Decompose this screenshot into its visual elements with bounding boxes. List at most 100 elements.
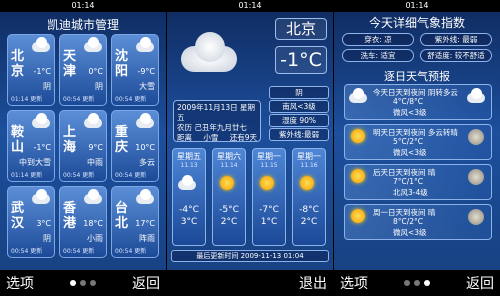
city-temp: 17°C bbox=[135, 219, 155, 228]
forecast-card[interactable]: 星期一 11.16 -8°C 2°C bbox=[292, 148, 326, 246]
page-indicator bbox=[404, 280, 430, 286]
city-temp: 18°C bbox=[83, 219, 103, 228]
city-temp: 0°C bbox=[88, 67, 103, 76]
city-updated: 00:54 更新 bbox=[115, 172, 147, 179]
city-condition: 阴 bbox=[43, 234, 51, 243]
city-updated: 00:54 更新 bbox=[63, 172, 95, 179]
countdown-line: 距离 小雪 还有9天 bbox=[177, 133, 257, 143]
city-card[interactable]: 香港 18°C 小雨 00:54 更新 bbox=[59, 186, 107, 258]
city-card[interactable]: 重庆 10°C 多云 00:54 更新 bbox=[111, 110, 159, 182]
forecast-high: -8°C bbox=[299, 205, 319, 215]
daily-forecast-row[interactable]: 后天日天到夜间 晴 7°C/1°C 北风3-4级 bbox=[344, 164, 492, 200]
date-line: 2009年11月13日 星期五 bbox=[177, 103, 256, 122]
city-name: 上海 bbox=[63, 125, 77, 155]
city-condition: 阴 bbox=[43, 82, 51, 91]
forecast-wind: 微风<3级 bbox=[393, 228, 427, 237]
city-temp: 9°C bbox=[88, 143, 103, 152]
forecast-date: 11.15 bbox=[260, 162, 278, 169]
forecast-card[interactable]: 星期五 11.13 -4°C 3°C bbox=[172, 148, 206, 246]
city-temp: -9°C bbox=[137, 67, 155, 76]
exit-softkey[interactable]: 退出 bbox=[299, 273, 327, 293]
city-updated: 00:54 更新 bbox=[63, 248, 95, 255]
city-condition: 阴 bbox=[95, 82, 103, 91]
sun-icon bbox=[347, 168, 373, 194]
city-name: 天津 bbox=[63, 49, 77, 79]
daily-forecast-row[interactable]: 明天日天到夜间 多云转晴 5°C/2°C 微风<3级 bbox=[344, 124, 492, 160]
forecast-day: 星期五 bbox=[177, 152, 201, 161]
page-dot bbox=[404, 280, 410, 286]
page-dot bbox=[414, 280, 420, 286]
city-card[interactable]: 上海 9°C 中雨 00:54 更新 bbox=[59, 110, 107, 182]
page-dot bbox=[90, 280, 96, 286]
rain-cloud-icon bbox=[134, 189, 156, 205]
city-grid: 北京 -1°C 阴 01:14 更新 天津 0°C 阴 00:54 更新 沈阳 … bbox=[7, 34, 159, 258]
forecast-temp-range: 5°C/2°C bbox=[393, 137, 424, 146]
city-card[interactable]: 天津 0°C 阴 00:54 更新 bbox=[59, 34, 107, 106]
cloud-icon bbox=[134, 113, 156, 129]
moon-icon bbox=[465, 128, 489, 152]
status-time: 01:14 bbox=[167, 0, 333, 12]
back-softkey[interactable]: 返回 bbox=[132, 273, 160, 293]
forecast-temp-range: 7°C/1°C bbox=[393, 177, 424, 186]
city-name: 北京 bbox=[11, 49, 25, 79]
cloud-icon bbox=[347, 88, 373, 114]
humidity-info: 湿度 90% bbox=[269, 114, 329, 127]
comfort-index: 舒适度: 较不舒适 bbox=[420, 49, 492, 62]
city-card[interactable]: 武汉 3°C 阴 00:54 更新 bbox=[7, 186, 55, 258]
options-softkey[interactable]: 选项 bbox=[6, 273, 34, 293]
city-card[interactable]: 台北 17°C 阵雨 00:54 更新 bbox=[111, 186, 159, 258]
forecast-day: 星期一 bbox=[257, 152, 281, 161]
city-card[interactable]: 沈阳 -9°C 大雪 00:54 更新 bbox=[111, 34, 159, 106]
page-dot-active bbox=[70, 280, 76, 286]
moon-icon bbox=[465, 168, 489, 192]
city-condition: 阵雨 bbox=[139, 234, 155, 243]
city-card[interactable]: 北京 -1°C 阴 01:14 更新 bbox=[7, 34, 55, 106]
page-dot-active bbox=[424, 280, 430, 286]
lunar-date-line: 农历 己丑年九月廿七 bbox=[177, 123, 247, 132]
city-name: 武汉 bbox=[11, 201, 25, 231]
rain-cloud-icon bbox=[82, 113, 104, 129]
panel-title: 今天详细气象指数 bbox=[368, 16, 465, 30]
forecast-wind: 微风<3级 bbox=[393, 148, 427, 157]
status-time: 01:14 bbox=[334, 0, 500, 12]
uv-info: 紫外线:最弱 bbox=[269, 128, 329, 141]
city-name: 沈阳 bbox=[115, 49, 129, 79]
snow-cloud-icon bbox=[30, 113, 52, 129]
cloud-icon bbox=[177, 28, 241, 76]
daily-forecast-row[interactable]: 今天日天到夜间 阴转多云 4°C/8°C 微风<3级 bbox=[344, 84, 492, 120]
forecast-card[interactable]: 星期六 11.14 -5°C 2°C bbox=[212, 148, 246, 246]
rain-cloud-icon bbox=[82, 189, 104, 205]
page-dot bbox=[80, 280, 86, 286]
city-name: 重庆 bbox=[115, 125, 129, 155]
city-card[interactable]: 鞍山 -1°C 中到大雪 01:14 更新 bbox=[7, 110, 55, 182]
sun-icon bbox=[296, 175, 322, 199]
date-info-box: 2009年11月13日 星期五 农历 己丑年九月廿七 距离 小雪 还有9天 bbox=[173, 100, 261, 142]
city-condition: 中到大雪 bbox=[19, 158, 51, 167]
panel-title: 凯迪城市管理 bbox=[46, 18, 119, 32]
forecast-day: 星期六 bbox=[217, 152, 241, 161]
screen-root: 01:14 凯迪城市管理 北京 -1°C 阴 01:14 更新 天津 0°C 阴… bbox=[0, 0, 500, 296]
forecast-date: 11.16 bbox=[300, 162, 318, 169]
city-name: 香港 bbox=[63, 201, 77, 231]
back-softkey[interactable]: 返回 bbox=[466, 273, 494, 293]
city-condition: 大雪 bbox=[139, 82, 155, 91]
countdown-label: 距离 bbox=[177, 133, 192, 142]
forecast-card[interactable]: 星期一 11.15 -7°C 1°C bbox=[252, 148, 286, 246]
moon-icon bbox=[465, 208, 489, 232]
weather-index-panel: 01:14 今天详细气象指数 穿衣: 凉 紫外线: 最弱 洗车: 适宜 舒适度:… bbox=[334, 0, 500, 296]
forecast-low: 2°C bbox=[300, 217, 318, 227]
city-name: 鞍山 bbox=[11, 125, 25, 155]
clothing-index: 穿衣: 凉 bbox=[342, 33, 414, 46]
sun-icon bbox=[216, 175, 242, 199]
city-name[interactable]: 北京 bbox=[275, 18, 327, 40]
cloud-icon bbox=[465, 88, 489, 112]
options-softkey[interactable]: 选项 bbox=[340, 273, 368, 293]
forecast-high: -5°C bbox=[219, 205, 239, 215]
city-updated: 00:54 更新 bbox=[11, 248, 43, 255]
city-updated: 01:14 更新 bbox=[11, 172, 43, 179]
city-condition: 小雨 bbox=[87, 234, 103, 243]
daily-forecast-row[interactable]: 周一日天到夜间 晴 8°C/2°C 微风<3级 bbox=[344, 204, 492, 240]
daily-forecast-heading: 逐日天气预报 bbox=[384, 70, 450, 83]
forecast-low: 2°C bbox=[220, 217, 238, 227]
cloud-icon bbox=[30, 189, 52, 205]
